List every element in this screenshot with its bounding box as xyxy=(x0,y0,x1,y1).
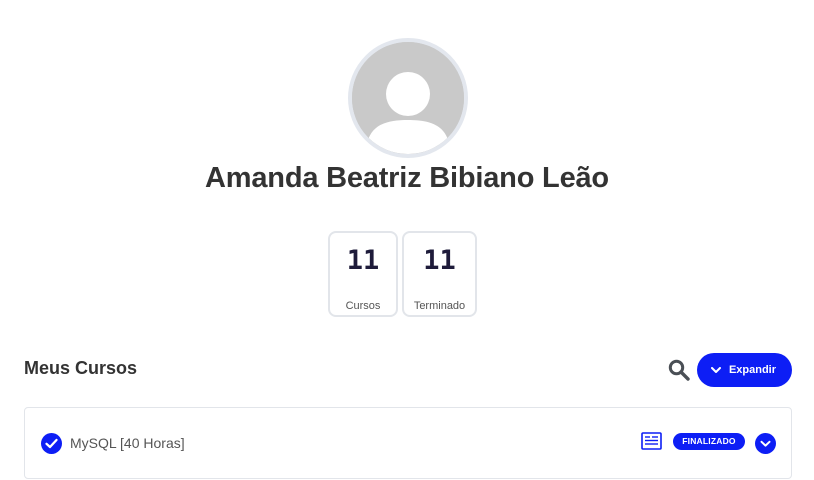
chevron-down-icon xyxy=(710,366,721,373)
stat-courses-value: 11 xyxy=(346,245,380,276)
stats-group: 11 Cursos 11 Terminado xyxy=(328,231,477,317)
stat-courses-label: Cursos xyxy=(345,300,381,312)
course-row[interactable]: MySQL [40 Horas] FINALIZADO xyxy=(24,407,792,479)
section-title: Meus Cursos xyxy=(24,358,138,378)
profile-page: Amanda Beatriz Bibiano Leão 11 Cursos 11… xyxy=(0,0,814,480)
course-title[interactable]: MySQL [40 Horas] xyxy=(70,435,185,451)
status-badge: FINALIZADO xyxy=(673,433,745,450)
stat-courses: 11 Cursos xyxy=(328,231,398,317)
check-circle-icon xyxy=(41,433,62,454)
stat-finished: 11 Terminado xyxy=(402,231,477,317)
stat-finished-label: Terminado xyxy=(413,300,466,312)
certificate-icon[interactable] xyxy=(641,432,662,450)
chevron-down-circle-icon[interactable] xyxy=(755,433,776,454)
stat-finished-value: 11 xyxy=(423,245,456,276)
profile-name: Amanda Beatriz Bibiano Leão xyxy=(205,162,609,194)
avatar xyxy=(348,38,468,158)
expand-button[interactable]: Expandir xyxy=(697,353,792,387)
search-icon xyxy=(668,359,690,381)
search-button[interactable] xyxy=(668,359,690,381)
expand-button-label: Expandir xyxy=(728,364,777,376)
user-placeholder-icon xyxy=(352,42,464,154)
